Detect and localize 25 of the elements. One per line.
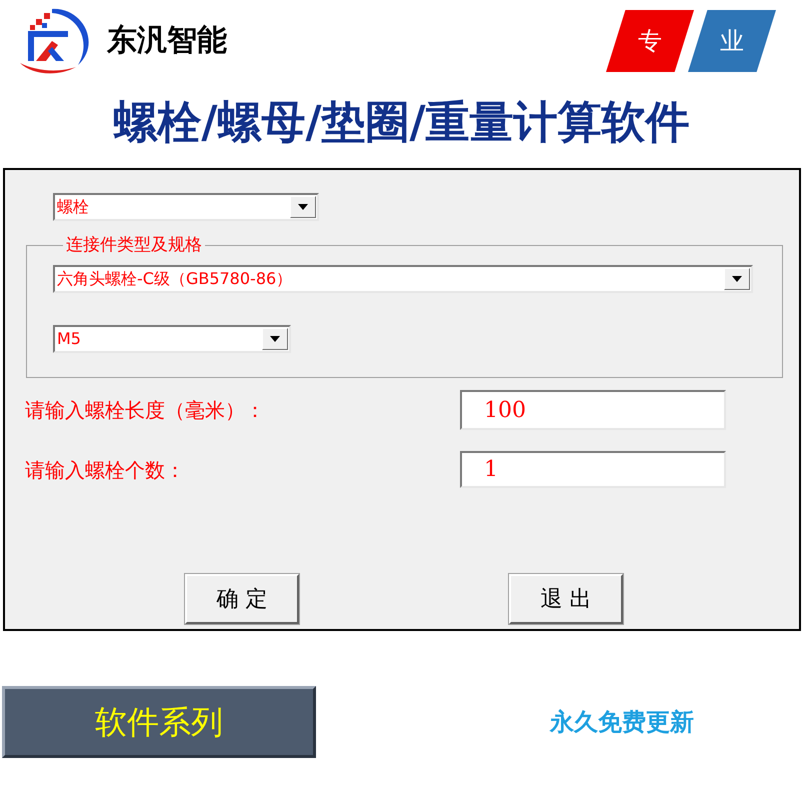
dropdown[interactable]: M5 <box>53 324 291 352</box>
dropdown-button[interactable] <box>724 268 750 290</box>
caret-icon <box>732 276 742 282</box>
dropdown-value: 螺栓 <box>56 196 90 218</box>
field-label: 请输入螺栓长度（毫米）： <box>25 397 266 424</box>
page-title: 螺栓/螺母/垫圈/重量计算软件 <box>113 96 690 150</box>
series-button[interactable]: 软件系列 <box>2 686 316 758</box>
brand-name: 东汎智能 <box>107 22 227 60</box>
field-label: 请输入螺栓个数： <box>25 456 186 484</box>
dropdown[interactable]: 六角头螺栓-C级（GB5780-86） <box>53 264 753 292</box>
caret-icon <box>270 336 280 342</box>
input-field[interactable]: 1 <box>460 451 726 488</box>
badge: 业 <box>688 10 776 72</box>
dropdown-button[interactable] <box>262 328 288 350</box>
dialog-button[interactable]: 退 出 <box>509 574 623 624</box>
badge: 专 <box>606 10 694 72</box>
slogan: 永久免费更新 <box>550 707 694 738</box>
dropdown-value: M5 <box>56 328 82 350</box>
dropdown-button[interactable] <box>290 196 316 218</box>
caret-icon <box>298 204 308 210</box>
dropdown-value: 六角头螺栓-C级（GB5780-86） <box>56 268 294 290</box>
dialog-button[interactable]: 确 定 <box>185 574 299 624</box>
group-label: 连接件类型及规格 <box>65 234 203 257</box>
dropdown[interactable]: 螺栓 <box>53 193 319 221</box>
input-field[interactable]: 100 <box>460 390 726 430</box>
